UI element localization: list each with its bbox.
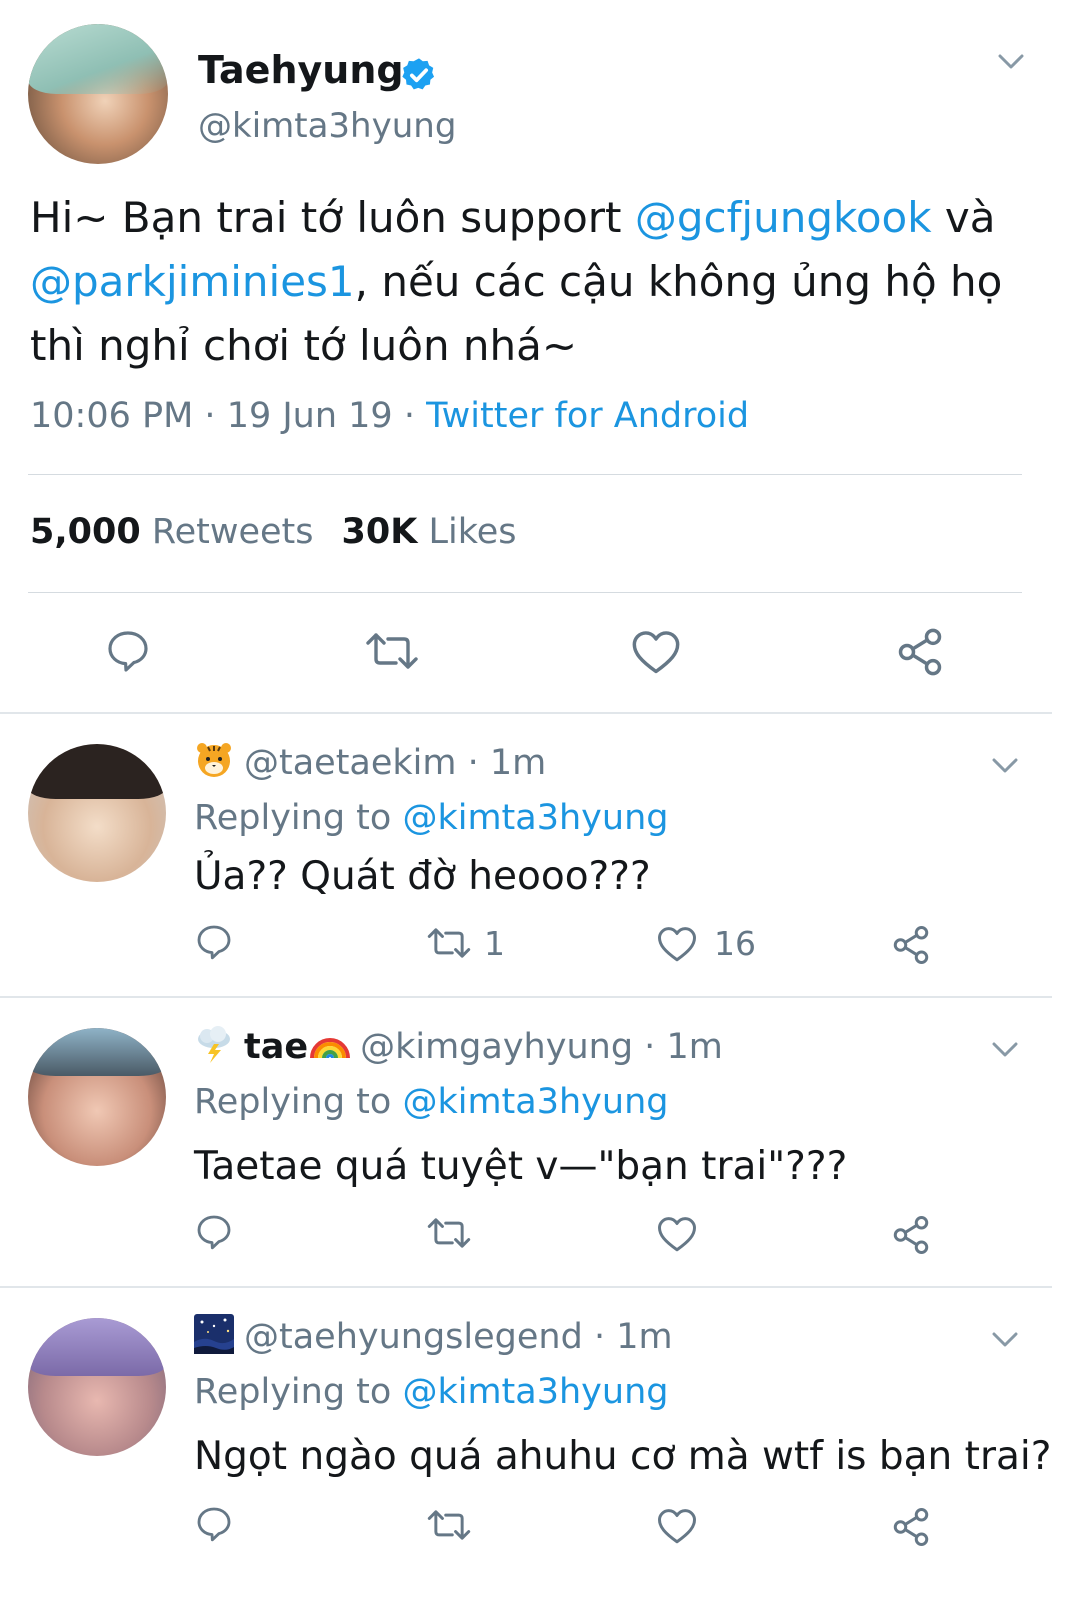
author-handle[interactable]: @kimta3hyung: [198, 106, 456, 146]
retweet-icon[interactable]: [364, 630, 420, 672]
retweets-label: Retweets: [151, 512, 314, 552]
likes-count: 30K: [341, 512, 418, 552]
reply-text: Taetae quá tuyệt v—"bạn trai"???: [194, 1144, 848, 1189]
likes-label: Likes: [428, 512, 517, 552]
replying-label: Replying to: [194, 1082, 392, 1122]
main-tweet: Taehyung @kimta3hyung Hi~ Bạn trai tớ lu…: [0, 0, 1080, 730]
tweet-time: 10:06 PM: [30, 396, 194, 436]
avatar[interactable]: [28, 1318, 166, 1456]
retweets-stat[interactable]: 5,000 Retweets: [30, 512, 314, 552]
reply-time: 1m: [489, 743, 547, 783]
replying-label: Replying to: [194, 798, 392, 838]
mention-link[interactable]: @gcfjungkook: [635, 193, 932, 242]
replying-to-line: Replying to @kimta3hyung: [194, 798, 668, 838]
tweet-source[interactable]: Twitter for Android: [426, 396, 749, 436]
like-heart-icon[interactable]: [656, 1214, 698, 1254]
tweet-stats: 5,000 Retweets 30K Likes: [30, 512, 517, 552]
likes-stat[interactable]: 30K Likes: [342, 512, 517, 552]
reply-header: tae @kimgayhyung · 1m: [194, 1024, 723, 1067]
reply-handle[interactable]: @taetaekim: [244, 743, 457, 783]
tweet-meta: 10:06 PM · 19 Jun 19 · Twitter for Andro…: [30, 396, 749, 436]
like-heart-icon[interactable]: [656, 1506, 698, 1546]
night-sky-emoji-icon: [194, 1314, 234, 1354]
reply-time: 1m: [666, 1027, 723, 1067]
replying-to-line: Replying to @kimta3hyung: [194, 1372, 668, 1412]
retweet-count: 1: [484, 924, 505, 963]
share-icon[interactable]: [890, 1506, 932, 1548]
replying-to-mention[interactable]: @kimta3hyung: [402, 1082, 668, 1122]
cloud-lightning-emoji-icon: [198, 1026, 230, 1063]
share-icon[interactable]: [894, 626, 946, 678]
replying-label: Replying to: [194, 1372, 392, 1412]
retweets-count: 5,000: [30, 512, 141, 552]
reply-tweet[interactable]: @taehyungslegend · 1m Replying to @kimta…: [0, 1288, 1080, 1603]
mention-link[interactable]: @parkjiminies1: [30, 257, 355, 306]
replying-to-mention[interactable]: @kimta3hyung: [402, 1372, 668, 1412]
meta-separator: ·: [193, 396, 227, 436]
tweet-text-part: và: [931, 193, 996, 242]
like-count: 16: [714, 924, 756, 963]
chevron-down-icon[interactable]: [990, 1328, 1020, 1352]
reply-handle[interactable]: @kimgayhyung: [360, 1027, 633, 1067]
replying-to-line: Replying to @kimta3hyung: [194, 1082, 668, 1122]
author-avatar[interactable]: [28, 24, 168, 164]
reply-header: @taetaekim · 1m: [194, 740, 546, 783]
like-heart-icon[interactable]: [630, 628, 682, 676]
divider: [28, 474, 1022, 475]
replying-to-mention[interactable]: @kimta3hyung: [402, 798, 668, 838]
reply-handle[interactable]: @taehyungslegend: [244, 1317, 583, 1357]
tweet-date[interactable]: 19 Jun 19: [227, 396, 393, 436]
chevron-down-icon[interactable]: [996, 50, 1026, 74]
reply-text: Ngọt ngào quá ahuhu cơ mà wtf is bạn tra…: [194, 1434, 1052, 1479]
meta-separator: ·: [392, 396, 427, 436]
reply-icon[interactable]: [194, 922, 234, 962]
chevron-down-icon[interactable]: [990, 1038, 1020, 1062]
avatar[interactable]: [28, 744, 166, 882]
reply-display-name[interactable]: tae: [244, 1027, 308, 1067]
reply-icon[interactable]: [104, 626, 152, 676]
reply-time: 1m: [616, 1317, 673, 1357]
like-heart-icon[interactable]: [656, 924, 698, 964]
tweet-text-part: Hi~ Bạn trai tớ luôn support: [30, 193, 635, 242]
divider: [28, 592, 1022, 593]
tweet-text: Hi~ Bạn trai tớ luôn support @gcfjungkoo…: [30, 186, 1040, 378]
reply-icon[interactable]: [194, 1212, 234, 1252]
retweet-icon[interactable]: [426, 926, 472, 960]
reply-header: @taehyungslegend · 1m: [194, 1314, 673, 1357]
share-icon[interactable]: [890, 924, 932, 966]
share-icon[interactable]: [890, 1214, 932, 1256]
reply-tweet[interactable]: tae @kimgayhyung · 1m Replying to @kimta…: [0, 998, 1080, 1286]
retweet-icon[interactable]: [426, 1508, 472, 1542]
avatar[interactable]: [28, 1028, 166, 1166]
author-display-name[interactable]: Taehyung: [198, 48, 404, 92]
tiger-emoji-icon: [197, 743, 231, 777]
verified-badge-icon: [402, 58, 435, 90]
reply-text: Ủa?? Quát đờ heooo???: [194, 854, 651, 899]
rainbow-emoji-icon: [310, 1038, 351, 1059]
chevron-down-icon[interactable]: [990, 754, 1020, 778]
reply-icon[interactable]: [194, 1504, 234, 1544]
retweet-icon[interactable]: [426, 1216, 472, 1250]
reply-tweet[interactable]: @taetaekim · 1m Replying to @kimta3hyung…: [0, 714, 1080, 996]
